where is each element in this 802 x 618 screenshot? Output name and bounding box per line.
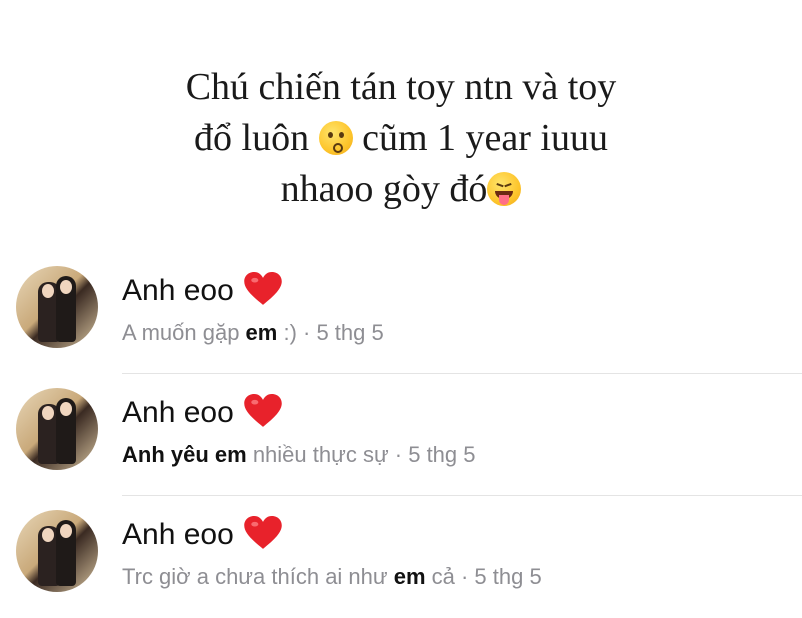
chat-preview: Trc giờ a chưa thích ai như em cả · 5 th… (122, 564, 542, 589)
caption-line-3: nhaoo gòy đó (0, 164, 802, 215)
chat-row[interactable]: Anh eoo A muốn gặp em :) · 5 thg 5 (0, 252, 802, 374)
chat-preview: Anh yêu em nhiều thực sự · 5 thg 5 (122, 442, 476, 467)
red-heart-icon (244, 272, 282, 305)
avatar[interactable] (16, 266, 98, 348)
red-heart-icon (244, 516, 282, 549)
chat-name: Anh eoo (122, 516, 282, 552)
chat-name: Anh eoo (122, 394, 282, 430)
red-heart-icon (244, 394, 282, 427)
chat-preview: A muốn gặp em :) · 5 thg 5 (122, 320, 384, 345)
caption-line-1: Chú chiến tán toy ntn và toy (185, 66, 617, 108)
kissing-face-icon (318, 121, 353, 155)
avatar[interactable] (16, 510, 98, 592)
chat-row[interactable]: Anh eoo Trc giờ a chưa thích ai như em c… (0, 496, 802, 618)
caption-line-2: đổ luôn cũm 1 year iuuu (194, 117, 608, 159)
story-caption: Chú chiến tán toy ntn và toy đổ luôn cũm… (0, 62, 802, 215)
chat-row[interactable]: Anh eoo Anh yêu em nhiều thực sự · 5 thg… (0, 374, 802, 496)
chat-name: Anh eoo (122, 272, 282, 308)
chat-list: Anh eoo A muốn gặp em :) · 5 thg 5 Anh e… (0, 252, 802, 618)
squinting-tongue-face-icon (487, 172, 522, 206)
avatar[interactable] (16, 388, 98, 470)
